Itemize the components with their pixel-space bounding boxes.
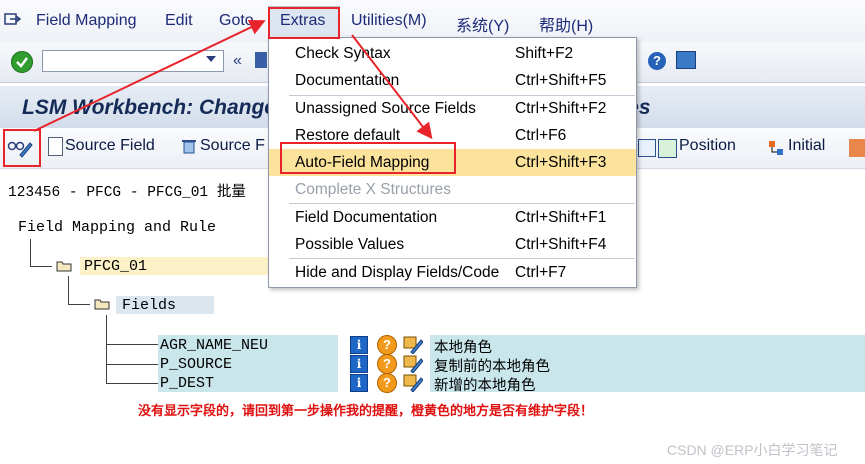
annotation-arrows [33,19,433,140]
